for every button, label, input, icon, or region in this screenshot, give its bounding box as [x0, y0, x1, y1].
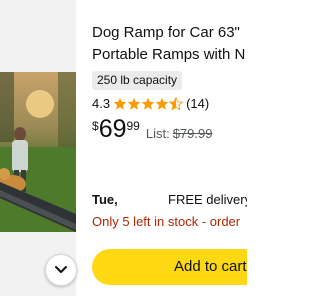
delivery-day: Tue,	[92, 192, 118, 207]
chevron-down-icon	[55, 266, 67, 273]
price-whole: 69	[98, 115, 127, 143]
product-card: Dog Ramp for Car 63" Portable Ramps with…	[0, 0, 247, 296]
product-title-line-2[interactable]: Portable Ramps with N	[92, 44, 247, 66]
product-title-line-1[interactable]: Dog Ramp for Car 63"	[92, 22, 247, 44]
price-row: $ 69 99 List: $79.99	[92, 115, 212, 145]
capacity-badge: 250 lb capacity	[92, 71, 183, 90]
star-icon	[141, 97, 155, 110]
rating-count[interactable]: (14)	[186, 96, 209, 111]
expand-toggle-button[interactable]	[45, 254, 77, 286]
rating-value: 4.3	[92, 95, 111, 111]
free-delivery-label: FREE delivery	[168, 192, 247, 207]
price-fraction: 99	[126, 119, 140, 133]
star-icon	[127, 97, 141, 110]
list-price: $79.99	[172, 126, 213, 141]
product-image-panel[interactable]	[0, 0, 77, 296]
add-to-cart-button[interactable]: Add to cart	[92, 249, 247, 285]
list-price-label: List:	[145, 126, 170, 141]
delivery-info: Tue, FREE delivery	[92, 192, 247, 210]
price-symbol: $	[92, 119, 99, 133]
half-star-icon	[169, 96, 184, 110]
stock-warning: Only 5 left in stock - order	[92, 214, 241, 229]
product-photo-illustration	[0, 72, 76, 232]
rating-row[interactable]: 4.3 (14)	[92, 94, 209, 112]
product-image[interactable]	[0, 72, 76, 232]
star-icon	[113, 97, 127, 110]
star-icon	[155, 97, 169, 110]
star-rating[interactable]	[113, 96, 184, 110]
product-title[interactable]: Dog Ramp for Car 63" Portable Ramps with…	[92, 22, 247, 66]
